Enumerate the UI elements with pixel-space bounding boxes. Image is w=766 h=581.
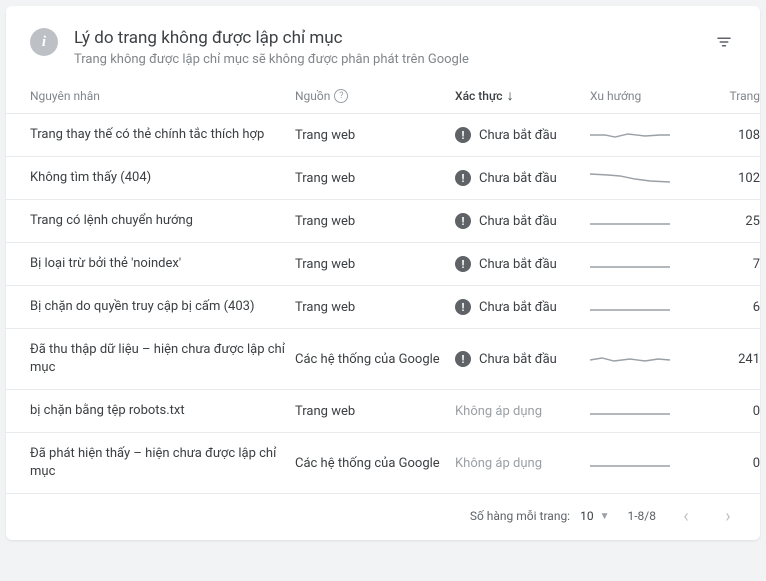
alert-icon: !	[455, 213, 471, 229]
sparkline-icon	[590, 126, 670, 144]
pages-cell: 25	[690, 214, 760, 229]
source-cell: Các hệ thống của Google	[295, 352, 455, 367]
pagination: Số hàng mỗi trang: 10 ▼ 1-8/8 ‹ ›	[6, 493, 760, 532]
pages-cell: 102	[690, 171, 760, 186]
rows-per-page: Số hàng mỗi trang: 10 ▼	[470, 509, 610, 523]
reason-cell: Bị loại trừ bởi thẻ 'noindex'	[30, 255, 295, 273]
pages-cell: 0	[690, 456, 760, 471]
source-cell: Trang web	[295, 300, 455, 315]
reason-cell: Trang thay thế có thẻ chính tắc thích hợ…	[30, 126, 295, 144]
status-label: Chưa bắt đầu	[479, 171, 557, 186]
trend-cell	[590, 169, 690, 187]
source-cell: Trang web	[295, 404, 455, 419]
filter-icon	[715, 33, 733, 51]
trend-cell	[590, 255, 690, 273]
help-icon[interactable]: ?	[334, 89, 348, 103]
sparkline-icon	[590, 402, 670, 420]
sparkline-icon	[590, 350, 670, 368]
status-cell: Không áp dụng	[455, 456, 590, 471]
rows-per-page-value: 10	[580, 509, 594, 523]
pages-cell: 7	[690, 257, 760, 272]
status-label: Chưa bắt đầu	[479, 352, 557, 367]
info-icon: i	[30, 28, 58, 56]
status-label: Không áp dụng	[455, 404, 542, 419]
source-cell: Trang web	[295, 171, 455, 186]
col-validation-label: Xác thực	[455, 89, 503, 103]
next-page-button[interactable]: ›	[716, 504, 740, 528]
table-body: Trang thay thế có thẻ chính tắc thích hợ…	[6, 113, 760, 493]
table-row[interactable]: Đã phát hiện thấy – hiện chưa được lập c…	[6, 432, 760, 493]
source-cell: Trang web	[295, 257, 455, 272]
source-cell: Các hệ thống của Google	[295, 456, 455, 471]
alert-icon: !	[455, 127, 471, 143]
reason-cell: Không tìm thấy (404)	[30, 169, 295, 187]
card-header: i Lý do trang không được lập chỉ mục Tra…	[6, 6, 760, 81]
table-row[interactable]: Bị chặn do quyền truy cập bị cấm (403)Tr…	[6, 285, 760, 328]
prev-page-button[interactable]: ‹	[674, 504, 698, 528]
chevron-down-icon: ▼	[600, 511, 610, 522]
col-source-label: Nguồn	[295, 89, 330, 103]
table-header: Nguyên nhân Nguồn ? Xác thực ↓ Xu hướng …	[6, 81, 760, 113]
source-cell: Trang web	[295, 214, 455, 229]
card-title: Lý do trang không được lập chỉ mục	[74, 26, 696, 50]
pages-cell: 0	[690, 404, 760, 419]
pages-cell: 241	[690, 352, 760, 367]
pagination-range: 1-8/8	[628, 509, 657, 523]
status-cell: Không áp dụng	[455, 404, 590, 419]
alert-icon: !	[455, 299, 471, 315]
alert-icon: !	[455, 351, 471, 367]
rows-per-page-select[interactable]: 10 ▼	[580, 509, 609, 523]
card-subtitle: Trang không được lập chỉ mục sẽ không đư…	[74, 52, 696, 67]
col-pages[interactable]: Trang	[690, 89, 760, 103]
table-row[interactable]: Bị loại trừ bởi thẻ 'noindex'Trang web! C…	[6, 242, 760, 285]
trend-cell	[590, 298, 690, 316]
reason-cell: Trang có lệnh chuyển hướng	[30, 212, 295, 230]
status-cell: ! Chưa bắt đầu	[455, 127, 590, 143]
col-trend[interactable]: Xu hướng	[590, 89, 690, 103]
pages-cell: 108	[690, 128, 760, 143]
status-cell: ! Chưa bắt đầu	[455, 256, 590, 272]
status-label: Chưa bắt đầu	[479, 214, 557, 229]
alert-icon: !	[455, 170, 471, 186]
sparkline-icon	[590, 169, 670, 187]
reason-cell: Bị chặn do quyền truy cập bị cấm (403)	[30, 298, 295, 316]
filter-button[interactable]	[712, 30, 736, 54]
col-source[interactable]: Nguồn ?	[295, 89, 455, 103]
alert-icon: !	[455, 256, 471, 272]
table-row[interactable]: Đã thu thập dữ liệu – hiện chưa được lập…	[6, 328, 760, 389]
reason-cell: Đã thu thập dữ liệu – hiện chưa được lập…	[30, 341, 295, 377]
sparkline-icon	[590, 454, 670, 472]
table-row[interactable]: Trang thay thế có thẻ chính tắc thích hợ…	[6, 113, 760, 156]
sparkline-icon	[590, 212, 670, 230]
trend-cell	[590, 126, 690, 144]
status-label: Chưa bắt đầu	[479, 128, 557, 143]
table-row[interactable]: bị chặn bằng tệp robots.txtTrang webKhôn…	[6, 389, 760, 432]
header-text: Lý do trang không được lập chỉ mục Trang…	[74, 26, 696, 67]
status-cell: ! Chưa bắt đầu	[455, 213, 590, 229]
sort-desc-icon: ↓	[507, 89, 514, 103]
status-cell: ! Chưa bắt đầu	[455, 351, 590, 367]
reason-cell: bị chặn bằng tệp robots.txt	[30, 402, 295, 420]
pages-cell: 6	[690, 300, 760, 315]
table-row[interactable]: Trang có lệnh chuyển hướngTrang web! Chưa…	[6, 199, 760, 242]
table-row[interactable]: Không tìm thấy (404)Trang web! Chưa bắt đ…	[6, 156, 760, 199]
trend-cell	[590, 350, 690, 368]
status-cell: ! Chưa bắt đầu	[455, 299, 590, 315]
sparkline-icon	[590, 255, 670, 273]
col-validation[interactable]: Xác thực ↓	[455, 89, 590, 103]
sparkline-icon	[590, 298, 670, 316]
col-reason[interactable]: Nguyên nhân	[30, 89, 295, 103]
trend-cell	[590, 454, 690, 472]
trend-cell	[590, 212, 690, 230]
status-label: Chưa bắt đầu	[479, 257, 557, 272]
status-label: Không áp dụng	[455, 456, 542, 471]
status-label: Chưa bắt đầu	[479, 300, 557, 315]
status-cell: ! Chưa bắt đầu	[455, 170, 590, 186]
reasons-card: i Lý do trang không được lập chỉ mục Tra…	[6, 6, 760, 540]
reason-cell: Đã phát hiện thấy – hiện chưa được lập c…	[30, 445, 295, 481]
rows-per-page-label: Số hàng mỗi trang:	[470, 509, 570, 523]
source-cell: Trang web	[295, 128, 455, 143]
trend-cell	[590, 402, 690, 420]
